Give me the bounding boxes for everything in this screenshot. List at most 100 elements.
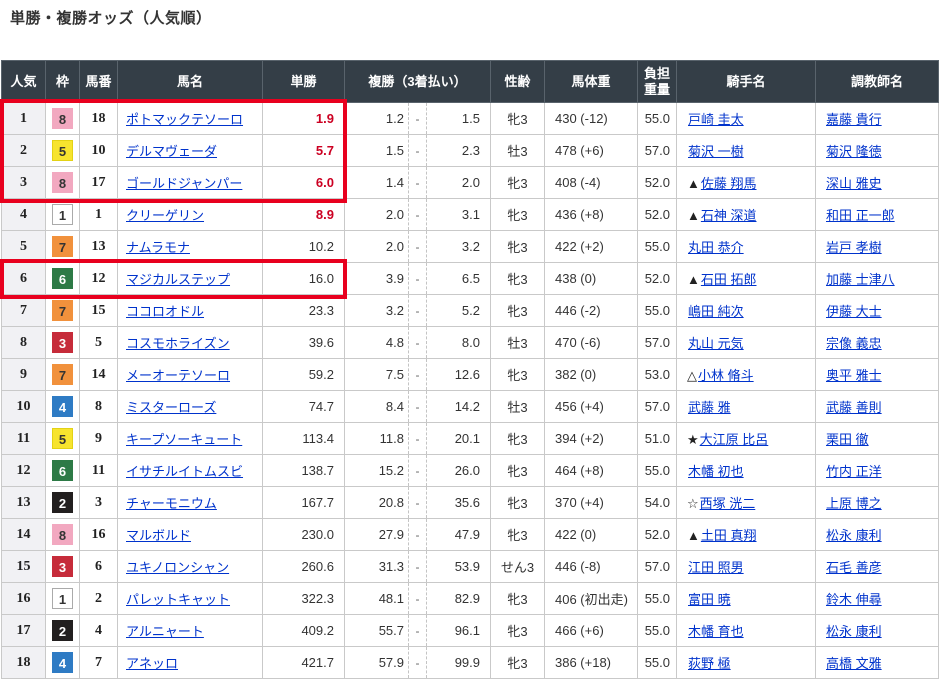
jockey-link[interactable]: 菊沢 一樹 xyxy=(688,144,744,159)
trainer-link[interactable]: 松永 康利 xyxy=(826,624,882,639)
horse-name-link[interactable]: アルニャート xyxy=(126,624,204,639)
jockey-link[interactable]: 武藤 雅 xyxy=(688,400,731,415)
rank-cell: 15 xyxy=(2,551,46,583)
trainer-link[interactable]: 武藤 善則 xyxy=(826,400,882,415)
place-odds-low-cell: 3.2 xyxy=(345,295,409,327)
jockey-link[interactable]: 富田 暁 xyxy=(688,592,731,607)
trainer-link[interactable]: 和田 正一郎 xyxy=(826,208,895,223)
trainer-cell: 武藤 善則 xyxy=(816,391,939,423)
horse-name-link[interactable]: ゴールドジャンパー xyxy=(126,176,242,191)
jockey-link[interactable]: 土田 真翔 xyxy=(701,528,757,543)
jockey-link[interactable]: 木幡 初也 xyxy=(688,464,744,479)
trainer-link[interactable]: 伊藤 大士 xyxy=(826,304,882,319)
jockey-link[interactable]: 荻野 極 xyxy=(688,656,731,671)
place-odds-high-cell: 12.6 xyxy=(427,359,491,391)
horse-name-cell: イサチルイトムスビ xyxy=(118,455,263,487)
jockey-link[interactable]: 大江原 比呂 xyxy=(700,432,769,447)
place-odds-low-cell: 3.9 xyxy=(345,263,409,295)
jockey-link[interactable]: 西塚 洸二 xyxy=(700,496,756,511)
trainer-link[interactable]: 高橋 文雅 xyxy=(826,656,882,671)
horse-name-link[interactable]: パレットキャット xyxy=(126,592,230,607)
horse-name-link[interactable]: デルマヴェーダ xyxy=(126,144,217,159)
place-odds-low-cell: 7.5 xyxy=(345,359,409,391)
table-row: 18 4 7 アネッロ 421.7 57.9 - 99.9 牝3 386 (+1… xyxy=(2,647,939,679)
trainer-link[interactable]: 菊沢 隆徳 xyxy=(826,144,882,159)
place-odds-low-cell: 15.2 xyxy=(345,455,409,487)
jockey-cell: 嶋田 純次 xyxy=(677,295,816,327)
load-weight-cell: 57.0 xyxy=(638,551,677,583)
win-odds-cell: 8.9 xyxy=(263,199,345,231)
horse-name-link[interactable]: アネッロ xyxy=(126,656,178,671)
place-odds-low-cell: 2.0 xyxy=(345,231,409,263)
odds-table: 人気 枠 馬番 馬名 単勝 複勝（3着払い） 性齢 馬体重 負担重量 騎手名 調… xyxy=(1,60,939,679)
trainer-link[interactable]: 竹内 正洋 xyxy=(826,464,882,479)
jockey-link[interactable]: 石神 深道 xyxy=(701,208,757,223)
apprentice-mark-icon: △ xyxy=(687,368,697,383)
trainer-link[interactable]: 奥平 雅士 xyxy=(826,368,882,383)
jockey-link[interactable]: 石田 拓郎 xyxy=(701,272,757,287)
jockey-link[interactable]: 嶋田 純次 xyxy=(688,304,744,319)
odds-table-body: 1 8 18 ポトマックテソーロ 1.9 1.2 - 1.5 牝3 430 (-… xyxy=(2,103,939,679)
trainer-link[interactable]: 鈴木 伸尋 xyxy=(826,592,882,607)
trainer-link[interactable]: 深山 雅史 xyxy=(826,176,882,191)
load-weight-cell: 55.0 xyxy=(638,583,677,615)
horse-name-link[interactable]: マルボルド xyxy=(126,528,191,543)
horse-name-cell: メーオーテソーロ xyxy=(118,359,263,391)
place-odds-low-cell: 8.4 xyxy=(345,391,409,423)
win-odds-cell: 230.0 xyxy=(263,519,345,551)
horse-name-link[interactable]: マジカルステップ xyxy=(126,272,230,287)
win-odds-cell: 59.2 xyxy=(263,359,345,391)
horse-name-link[interactable]: コスモホライズン xyxy=(126,336,230,351)
horse-name-link[interactable]: クリーゲリン xyxy=(126,208,204,223)
rank-cell: 10 xyxy=(2,391,46,423)
horse-name-link[interactable]: キープソーキュート xyxy=(126,432,242,447)
trainer-link[interactable]: 加藤 士津八 xyxy=(826,272,895,287)
trainer-cell: 石毛 善彦 xyxy=(816,551,939,583)
table-row: 12 6 11 イサチルイトムスビ 138.7 15.2 - 26.0 牝3 4… xyxy=(2,455,939,487)
jockey-link[interactable]: 江田 照男 xyxy=(688,560,744,575)
horse-name-link[interactable]: ココロオドル xyxy=(126,304,204,319)
jockey-link[interactable]: 戸崎 圭太 xyxy=(688,112,744,127)
horse-name-link[interactable]: ポトマックテソーロ xyxy=(126,112,243,127)
horse-name-link[interactable]: ミスターローズ xyxy=(126,400,216,415)
horse-name-link[interactable]: ナムラモナ xyxy=(126,240,190,255)
place-odds-high-cell: 8.0 xyxy=(427,327,491,359)
rank-cell: 16 xyxy=(2,583,46,615)
horse-number-cell: 2 xyxy=(80,583,118,615)
frame-cell: 7 xyxy=(46,231,80,263)
place-odds-high-cell: 47.9 xyxy=(427,519,491,551)
horse-name-link[interactable]: イサチルイトムスビ xyxy=(126,464,243,479)
jockey-link[interactable]: 木幡 育也 xyxy=(688,624,744,639)
jockey-cell: 木幡 育也 xyxy=(677,615,816,647)
jockey-link[interactable]: 佐藤 翔馬 xyxy=(701,176,757,191)
trainer-link[interactable]: 上原 博之 xyxy=(826,496,882,511)
place-odds-separator: - xyxy=(409,423,427,455)
trainer-link[interactable]: 石毛 善彦 xyxy=(826,560,882,575)
horse-name-link[interactable]: ユキノロンシャン xyxy=(126,560,229,575)
jockey-link[interactable]: 丸山 元気 xyxy=(688,336,744,351)
jockey-link[interactable]: 丸田 恭介 xyxy=(688,240,744,255)
place-odds-high-cell: 20.1 xyxy=(427,423,491,455)
table-row: 13 2 3 チャーモニウム 167.7 20.8 - 35.6 牝3 370 … xyxy=(2,487,939,519)
horse-name-link[interactable]: メーオーテソーロ xyxy=(126,368,230,383)
horse-name-link[interactable]: チャーモニウム xyxy=(126,496,217,511)
trainer-link[interactable]: 松永 康利 xyxy=(826,528,882,543)
trainer-link[interactable]: 嘉藤 貴行 xyxy=(826,112,882,127)
frame-cell: 6 xyxy=(46,455,80,487)
trainer-link[interactable]: 岩戸 孝樹 xyxy=(826,240,882,255)
trainer-cell: 菊沢 隆徳 xyxy=(816,135,939,167)
frame-badge: 3 xyxy=(52,556,73,577)
horse-number-cell: 7 xyxy=(80,647,118,679)
header-load-weight: 負担重量 xyxy=(638,61,677,103)
place-odds-separator: - xyxy=(409,391,427,423)
frame-badge: 6 xyxy=(52,460,73,481)
jockey-cell: 荻野 極 xyxy=(677,647,816,679)
trainer-link[interactable]: 宗像 義忠 xyxy=(826,336,882,351)
frame-cell: 7 xyxy=(46,295,80,327)
jockey-link[interactable]: 小林 脩斗 xyxy=(698,368,754,383)
trainer-link[interactable]: 栗田 徹 xyxy=(826,432,869,447)
horse-weight-cell: 394 (+2) xyxy=(545,423,638,455)
rank-cell: 14 xyxy=(2,519,46,551)
rank-cell: 12 xyxy=(2,455,46,487)
table-header-row: 人気 枠 馬番 馬名 単勝 複勝（3着払い） 性齢 馬体重 負担重量 騎手名 調… xyxy=(2,61,939,103)
